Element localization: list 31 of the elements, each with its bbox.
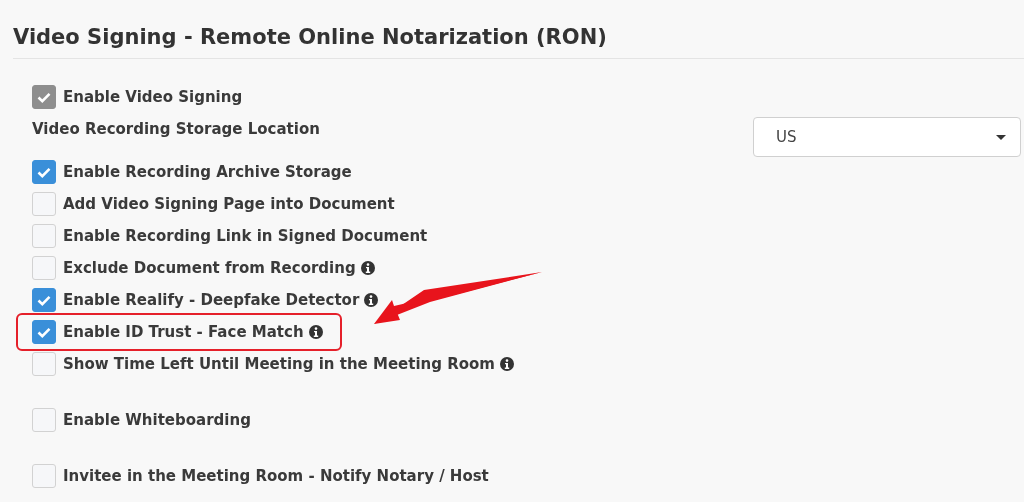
caret-icon [996, 134, 1006, 140]
info-icon[interactable] [308, 325, 323, 339]
checkbox-label: Invitee in the Meeting Room - Notify Notary / Host [63, 467, 489, 485]
checkmark-icon [37, 294, 51, 306]
storage-location-dropdown[interactable]: US [753, 117, 1021, 157]
checkmark-icon [37, 326, 51, 338]
checkbox[interactable] [32, 288, 56, 312]
checkbox[interactable] [32, 320, 56, 344]
checkbox[interactable] [32, 224, 56, 248]
checkbox-label: Enable Whiteboarding [63, 411, 251, 429]
checkbox-label: Add Video Signing Page into Document [63, 195, 395, 213]
checkmark-icon [37, 91, 51, 103]
checkmark-icon [37, 166, 51, 178]
checkbox[interactable] [32, 408, 56, 432]
section-title: Video Signing - Remote Online Notarization (RON) [13, 0, 1024, 59]
checkbox-label: Show Time Left Until Meeting in the Meeting Room [63, 355, 495, 373]
checkbox-label: Enable Recording Link in Signed Document [63, 227, 428, 245]
info-icon[interactable] [500, 357, 514, 371]
field-label: Video Recording Storage Location [32, 119, 321, 140]
info-icon[interactable] [364, 293, 379, 307]
info-icon[interactable] [360, 261, 375, 275]
checkbox[interactable] [32, 464, 56, 488]
checkbox-label: Enable Video Signing [63, 88, 243, 106]
checkbox[interactable] [32, 192, 56, 216]
checkbox[interactable] [32, 160, 56, 184]
checkbox[interactable] [32, 352, 56, 376]
checkbox-label: Enable Realify - Deepfake Detector [63, 291, 360, 309]
checkbox-label: Exclude Document from Recording [63, 259, 356, 277]
checkbox[interactable] [32, 256, 56, 280]
checkbox-label: Enable ID Trust - Face Match [63, 323, 304, 341]
checkbox-label: Enable Recording Archive Storage [63, 163, 352, 181]
